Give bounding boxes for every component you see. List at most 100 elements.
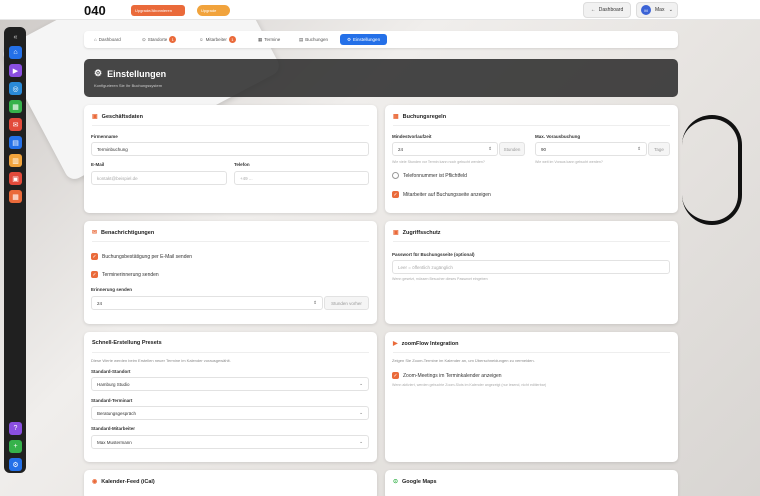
appointment-type-select[interactable]: Beratungsgespräch ⌄ xyxy=(91,406,369,420)
card-title: ▣ Geschäftsdaten xyxy=(92,113,143,121)
rss-icon: ◉ xyxy=(92,479,98,485)
home-icon: ⌂ xyxy=(94,37,97,42)
divider xyxy=(393,125,670,126)
unit-label: Stunden xyxy=(499,142,525,156)
user-icon: ☺ xyxy=(199,37,204,42)
reminder-checkbox[interactable]: ✓ Terminerinnerung senden xyxy=(91,271,159,278)
stepper-icon[interactable]: ⇕ xyxy=(313,300,317,306)
show-employee-checkbox[interactable]: ✓ Mitarbeiter auf Buchungsseite anzeigen xyxy=(392,191,491,198)
help-text: Wenn gesetzt, müssen Besucher dieses Pas… xyxy=(392,277,488,281)
email-input[interactable]: kontakt@beispiel.de xyxy=(91,171,227,185)
globe-icon[interactable]: ◎ xyxy=(9,82,22,95)
location-select[interactable]: Hamburg Studio ⌄ xyxy=(91,377,369,391)
field-label: Mindestvorlaufzeit xyxy=(392,134,432,139)
mail-icon[interactable]: ✉ xyxy=(9,118,22,131)
sidebar: « ⌂ ▶ ◎ ▦ ✉ ▤ ▥ ▣ ▦ ? + ⚙ xyxy=(4,27,26,473)
lock-icon: ▣ xyxy=(393,230,399,236)
unit-label: Tage xyxy=(648,142,670,156)
check-icon: ✓ xyxy=(392,191,399,198)
description: Diese Werte werden beim Erstellen neuer … xyxy=(91,358,231,363)
collapse-icon[interactable]: « xyxy=(9,31,22,44)
check-icon: ✓ xyxy=(91,253,98,260)
min-lead-input[interactable]: 24 ⇕ xyxy=(392,142,498,156)
confirmation-checkbox[interactable]: ✓ Buchungsbestätigung per E-Mail senden xyxy=(91,253,192,260)
zoom-card: ▶ zoomFlow Integration Zeigen Sie Zoom-Te… xyxy=(385,332,678,462)
add-icon[interactable]: + xyxy=(9,440,22,453)
arrow-left-icon: ← xyxy=(590,7,596,13)
zoom-checkbox[interactable]: ✓ Zoom-Meetings im Terminkalender anzeige… xyxy=(392,372,502,379)
app-logo[interactable]: 040 xyxy=(84,3,106,18)
avatar: M xyxy=(641,5,651,15)
ical-card: ◉ Kalender-Feed (iCal) xyxy=(84,470,377,496)
calendar-icon[interactable]: ▦ xyxy=(9,100,22,113)
dashboard-button[interactable]: ← Dashboard xyxy=(583,2,631,18)
company-name-input[interactable]: Terminbuchung xyxy=(91,142,369,156)
check-icon: ✓ xyxy=(91,271,98,278)
employee-select[interactable]: Max Mustermann ⌄ xyxy=(91,435,369,449)
upgrade-button[interactable]: Upgrade xyxy=(197,5,230,16)
chevron-down-icon: ⌄ xyxy=(359,439,363,444)
stepper-icon[interactable]: ⇕ xyxy=(637,146,641,152)
help-text: Wenn aktiviert, werden gebuchte Zoom-Slo… xyxy=(392,383,547,387)
chevron-down-icon: ⌄ xyxy=(359,410,363,415)
count-badge: 1 xyxy=(169,36,177,43)
divider xyxy=(393,352,670,353)
divider xyxy=(393,241,670,242)
field-label: E-Mail xyxy=(91,162,105,167)
card-title: ▣ Zugriffsschutz xyxy=(393,229,441,237)
field-label: Erinnerung senden xyxy=(91,287,133,292)
field-label: Telefon xyxy=(234,162,250,167)
tab-buchungen[interactable]: ▤ Buchungen xyxy=(299,34,328,45)
booking-icon[interactable]: ▦ xyxy=(9,190,22,203)
description: Zeigen Sie Zoom-Termine im Kalender an, … xyxy=(392,358,535,363)
tab-mitarbeiter[interactable]: ☺ Mitarbeiter 1 xyxy=(199,34,236,45)
map-pin-icon: ⊙ xyxy=(393,479,399,485)
video-icon[interactable]: ▶ xyxy=(9,64,22,77)
chevron-down-icon: ⌄ xyxy=(668,7,673,13)
top-bar: 040 Upgrade/Abonnieren Upgrade ← Dashboar… xyxy=(0,0,760,20)
tab-bar: ⌂ Dashboard ⊙ Standorte 1 ☺ Mitarbeiter 1 ▦ Te… xyxy=(84,31,678,48)
home-icon[interactable]: ⌂ xyxy=(9,46,22,59)
max-advance-input[interactable]: 90 ⇕ xyxy=(535,142,647,156)
phone-input[interactable]: +49 ... xyxy=(234,171,369,185)
subscribe-button[interactable]: Upgrade/Abonnieren xyxy=(131,5,185,16)
reminder-hours-input[interactable]: 24 ⇕ xyxy=(91,296,323,310)
help-icon[interactable]: ? xyxy=(9,422,22,435)
gear-icon: ⚙ xyxy=(347,36,352,42)
check-icon: ✓ xyxy=(392,372,399,379)
user-menu[interactable]: M Max ⌄ xyxy=(636,2,678,18)
tab-standorte[interactable]: ⊙ Standorte 1 xyxy=(142,34,177,45)
calendar-icon: ▦ xyxy=(393,114,399,120)
settings-icon[interactable]: ⚙ xyxy=(9,458,22,471)
presets-card: Schnell-Erstellung Presets Diese Werte w… xyxy=(84,332,377,462)
document-icon[interactable]: ▤ xyxy=(9,136,22,149)
field-label: Firmenname xyxy=(91,134,118,139)
tab-einstellungen[interactable]: ⚙ Einstellungen xyxy=(340,34,388,45)
card-title: ◉ Kalender-Feed (iCal) xyxy=(92,478,155,486)
help-text: Wie weit im Voraus kann gebucht werden? xyxy=(535,160,603,164)
page-subtitle: Konfigurieren Sie Ihr Buchungssystem xyxy=(94,83,163,88)
unit-label: Stunden vorher xyxy=(324,296,369,310)
card-title: ⊙ Google Maps xyxy=(393,478,437,486)
card-title: Schnell-Erstellung Presets xyxy=(92,340,162,346)
chart-icon[interactable]: ▥ xyxy=(9,154,22,167)
field-label: Max. Vorausbuchung xyxy=(535,134,581,139)
page-header: ⚙ Einstellungen Konfigurieren Sie Ihr Buc… xyxy=(84,59,678,97)
count-badge: 1 xyxy=(228,36,236,43)
glasses-decoration xyxy=(682,115,742,225)
tab-termine[interactable]: ▦ Termine xyxy=(258,34,280,45)
location-icon: ⊙ xyxy=(142,36,146,42)
stepper-icon[interactable]: ⇕ xyxy=(488,146,492,152)
chevron-down-icon: ⌄ xyxy=(359,381,363,386)
maps-card: ⊙ Google Maps xyxy=(385,470,678,496)
business-card: ▣ Geschäftsdaten Firmenname Terminbuchung… xyxy=(84,105,377,213)
video-icon: ▶ xyxy=(393,341,398,347)
mail-icon: ✉ xyxy=(92,230,98,236)
tab-dashboard[interactable]: ⌂ Dashboard xyxy=(94,34,121,45)
folder-icon[interactable]: ▣ xyxy=(9,172,22,185)
phone-required-checkbox[interactable]: Telefonnummer ist Pflichtfeld xyxy=(392,172,467,179)
password-input[interactable]: Leer = öffentlich zugänglich xyxy=(392,260,670,274)
divider xyxy=(92,352,369,353)
gear-icon: ⚙ xyxy=(94,68,103,78)
field-label: Standard-Standort xyxy=(91,369,131,374)
